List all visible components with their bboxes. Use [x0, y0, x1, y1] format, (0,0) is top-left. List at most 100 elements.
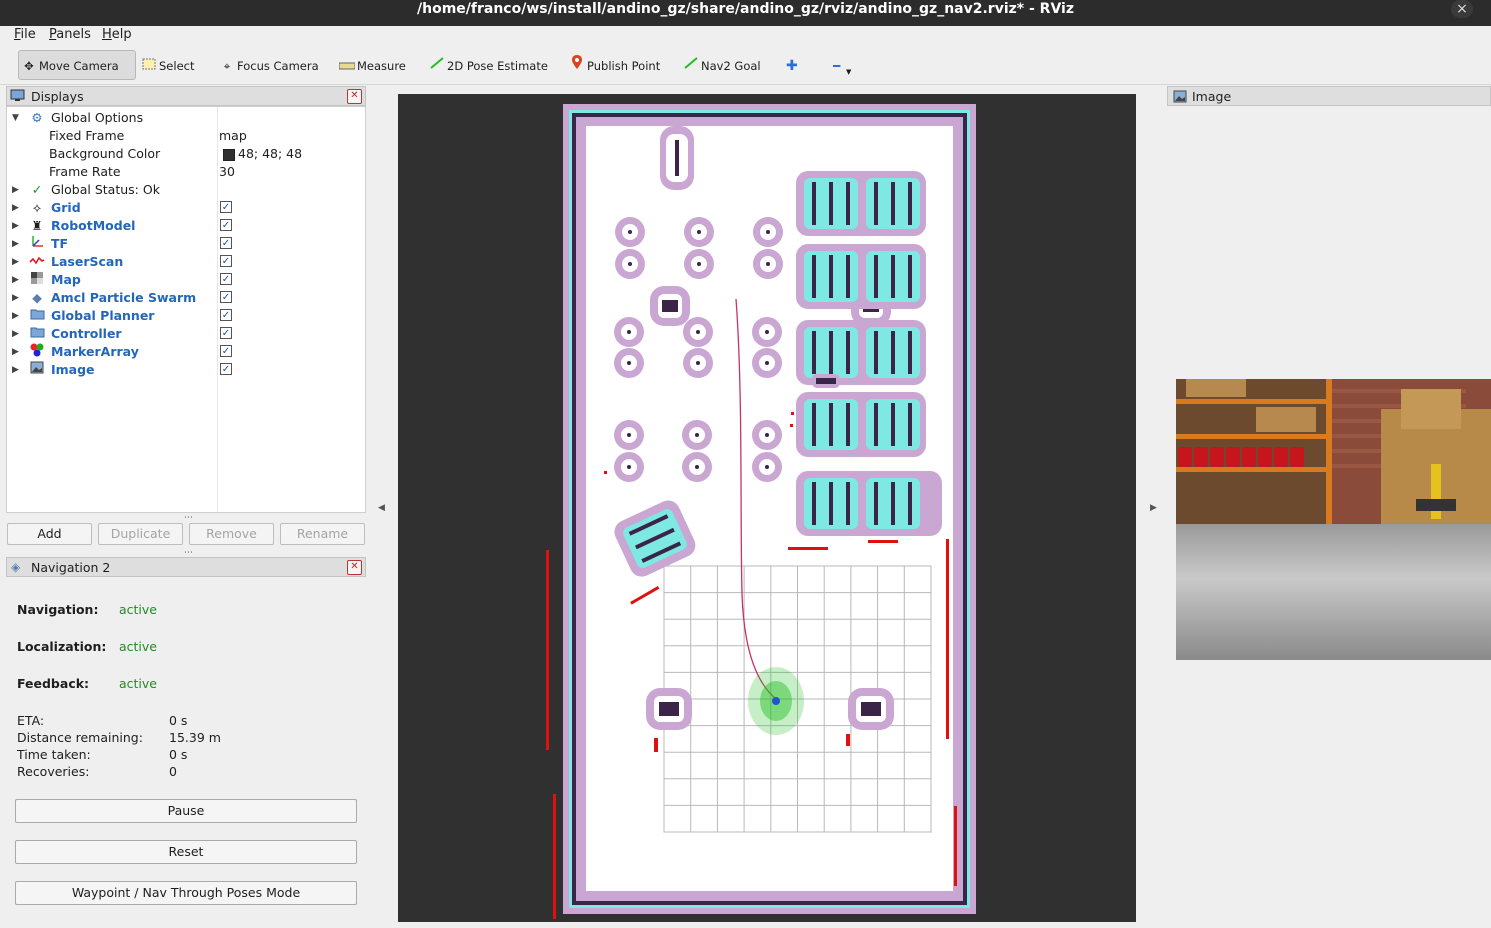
title-bar: /home/franco/ws/install/andino_gz/share/… [0, 0, 1491, 26]
nav2-goal-icon [683, 54, 699, 78]
fixed-frame-value[interactable]: map [219, 127, 247, 145]
displays-panel-header: Displays ✕ [6, 86, 366, 106]
tree-row-markerarray[interactable]: ▶ MarkerArray ✓ [7, 343, 365, 361]
tool-menu-arrow-icon[interactable]: ▼ [846, 60, 851, 84]
folder-icon [29, 307, 45, 325]
expand-arrow-icon[interactable]: ▶ [12, 253, 19, 271]
localization-status: active [119, 639, 157, 654]
display-checkbox[interactable]: ✓ [220, 363, 232, 375]
tree-row-robotmodel[interactable]: ▶ ♜ RobotModel ✓ [7, 217, 365, 235]
expand-arrow-icon[interactable]: ▼ [12, 109, 19, 127]
publish-point-tool[interactable]: Publish Point [569, 54, 660, 78]
expand-arrow-icon[interactable]: ▶ [12, 289, 19, 307]
collapse-right-arrow-icon[interactable]: ▶ [1150, 503, 1157, 513]
tree-row-laserscan[interactable]: ▶ LaserScan ✓ [7, 253, 365, 271]
displays-title: Displays [31, 89, 84, 104]
display-checkbox[interactable]: ✓ [220, 201, 232, 213]
map-render [546, 104, 976, 919]
remove-tool-button[interactable]: ━ [833, 54, 840, 78]
display-label: MarkerArray [51, 344, 139, 359]
window-close-button[interactable]: × [1451, 0, 1473, 18]
duplicate-button[interactable]: Duplicate [98, 523, 183, 545]
tree-row-map[interactable]: ▶ Map ✓ [7, 271, 365, 289]
laser-scan-icon [29, 253, 45, 271]
display-checkbox[interactable]: ✓ [220, 219, 232, 231]
tree-row-frame-rate[interactable]: Frame Rate 30 [7, 163, 365, 181]
background-color-value[interactable]: 48; 48; 48 [238, 145, 302, 163]
toolbar: ✥ Move Camera Select ⌖ Focus Camera Measur… [0, 46, 1491, 85]
move-camera-tool[interactable]: ✥ Move Camera [18, 50, 136, 80]
display-label: LaserScan [51, 254, 124, 269]
expand-arrow-icon[interactable]: ▶ [12, 181, 19, 199]
tree-row-global-status[interactable]: ▶ ✓ Global Status: Ok [7, 181, 365, 199]
expand-arrow-icon[interactable]: ▶ [12, 271, 19, 289]
pose-estimate-tool[interactable]: 2D Pose Estimate [429, 54, 548, 78]
expand-arrow-icon[interactable]: ▶ [12, 361, 19, 379]
nav2-close-icon[interactable]: ✕ [347, 560, 362, 575]
tree-row-global-planner[interactable]: ▶ Global Planner ✓ [7, 307, 365, 325]
background-color-swatch[interactable] [223, 149, 235, 161]
tree-row-amcl-particle-swarm[interactable]: ▶ ◆ Amcl Particle Swarm ✓ [7, 289, 365, 307]
pause-button[interactable]: Pause [15, 799, 357, 823]
frame-rate-value[interactable]: 30 [219, 163, 235, 181]
tree-row-tf[interactable]: ▶ TF ✓ [7, 235, 365, 253]
menu-help[interactable]: Help [102, 27, 132, 42]
expand-arrow-icon[interactable]: ▶ [12, 199, 19, 217]
tree-row-global-options[interactable]: ▼ ⚙ Global Options [7, 109, 365, 127]
add-tool-button[interactable]: ✚ [786, 54, 798, 78]
pose-estimate-icon [429, 54, 445, 78]
collapse-left-arrow-icon[interactable]: ◀ [378, 503, 385, 513]
displays-monitor-icon [10, 89, 25, 105]
recoveries-value: 0 [169, 764, 177, 779]
waypoint-mode-button[interactable]: Waypoint / Nav Through Poses Mode [15, 881, 357, 905]
display-checkbox[interactable]: ✓ [220, 309, 232, 321]
rename-button[interactable]: Rename [280, 523, 365, 545]
measure-tool[interactable]: Measure [338, 54, 406, 78]
displays-close-icon[interactable]: ✕ [347, 89, 362, 104]
add-button[interactable]: Add [7, 523, 92, 545]
select-label: Select [159, 59, 195, 73]
move-camera-label: Move Camera [39, 59, 119, 73]
select-icon [141, 54, 157, 78]
menu-file[interactable]: File [14, 27, 36, 42]
fixed-frame-label: Fixed Frame [49, 128, 125, 143]
tree-row-fixed-frame[interactable]: Fixed Frame map [7, 127, 365, 145]
localization-label: Localization: [17, 639, 107, 654]
expand-arrow-icon[interactable]: ▶ [12, 307, 19, 325]
window-title: /home/franco/ws/install/andino_gz/share/… [417, 1, 1074, 17]
display-checkbox[interactable]: ✓ [220, 327, 232, 339]
display-label: Grid [51, 200, 81, 215]
expand-arrow-icon[interactable]: ▶ [12, 343, 19, 361]
reset-button[interactable]: Reset [15, 840, 357, 864]
tree-row-background-color[interactable]: Background Color 48; 48; 48 [7, 145, 365, 163]
warehouse-camera-picture [1176, 379, 1491, 660]
splitter-handle[interactable]: ⋯ [184, 513, 193, 523]
menu-panels[interactable]: Panels [49, 27, 91, 42]
grid-icon: ⟡ [32, 200, 42, 215]
focus-camera-tool[interactable]: ⌖ Focus Camera [219, 54, 319, 78]
display-label: Global Planner [51, 308, 155, 323]
frame-rate-label: Frame Rate [49, 164, 121, 179]
display-checkbox[interactable]: ✓ [220, 291, 232, 303]
amcl-particle-swarm [748, 667, 804, 735]
tree-row-image[interactable]: ▶ Image ✓ [7, 361, 365, 379]
expand-arrow-icon[interactable]: ▶ [12, 235, 19, 253]
focus-camera-icon: ⌖ [223, 59, 231, 73]
select-tool[interactable]: Select [141, 54, 194, 78]
tree-row-controller[interactable]: ▶ Controller ✓ [7, 325, 365, 343]
map-pin-icon [569, 54, 585, 78]
expand-arrow-icon[interactable]: ▶ [12, 325, 19, 343]
tree-row-grid[interactable]: ▶ ⟡ Grid ✓ [7, 199, 365, 217]
feedback-status: active [119, 676, 157, 691]
remove-button[interactable]: Remove [189, 523, 274, 545]
display-checkbox[interactable]: ✓ [220, 273, 232, 285]
global-options-label: Global Options [51, 110, 144, 125]
move-camera-icon: ✥ [24, 59, 34, 73]
render-viewport[interactable] [398, 94, 1136, 922]
display-checkbox[interactable]: ✓ [220, 345, 232, 357]
display-checkbox[interactable]: ✓ [220, 255, 232, 267]
display-checkbox[interactable]: ✓ [220, 237, 232, 249]
nav2-goal-tool[interactable]: Nav2 Goal [683, 54, 761, 78]
image-panel-header: Image [1167, 86, 1491, 106]
expand-arrow-icon[interactable]: ▶ [12, 217, 19, 235]
